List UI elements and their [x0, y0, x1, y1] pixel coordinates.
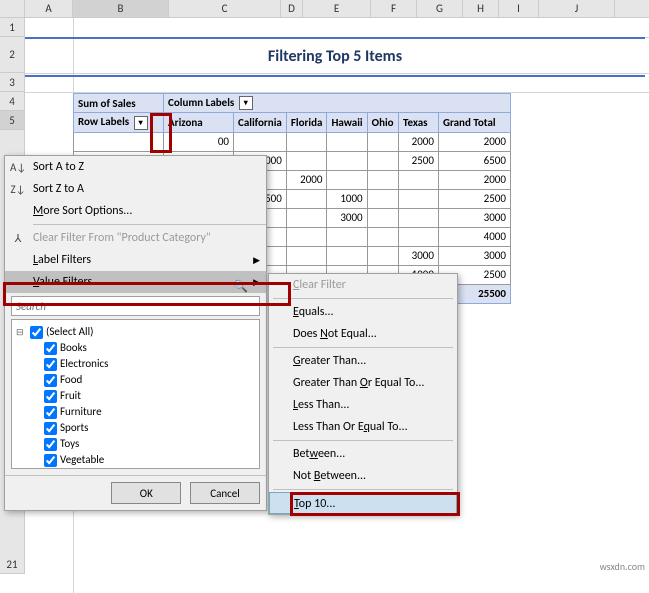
row-labels-cell: Row Labels ▾ [74, 113, 164, 132]
column-labels-dropdown[interactable]: ▾ [239, 96, 253, 110]
check-item[interactable] [44, 438, 57, 451]
sub-less-than[interactable]: Less Than... [269, 394, 457, 416]
col-E[interactable]: E [303, 0, 371, 17]
sort-az[interactable]: A↓Sort A to Z [5, 156, 266, 178]
submenu-arrow-icon: ▶ [253, 277, 260, 288]
check-item[interactable] [44, 374, 57, 387]
col-F[interactable]: F [371, 0, 417, 17]
row-21[interactable]: 21 [0, 555, 25, 574]
col-I[interactable]: I [499, 0, 539, 17]
col-C[interactable]: C [169, 0, 281, 17]
clear-filter-icon: ⅄ [10, 232, 26, 245]
search-input[interactable] [11, 296, 260, 316]
row-4[interactable]: 4 [0, 92, 25, 111]
sort-za[interactable]: Z↓Sort Z to A [5, 178, 266, 200]
filter-items-tree[interactable]: (Select All) Books Electronics Food Frui… [11, 319, 260, 469]
sort-az-icon: A↓ [10, 161, 26, 174]
more-sort-options[interactable]: More Sort Options... [5, 200, 266, 222]
value-filters[interactable]: Value Filters▶ [5, 271, 266, 293]
sub-clear-filter: Clear Filter [269, 274, 457, 296]
col-D[interactable]: D [281, 0, 303, 17]
select-all-corner[interactable] [0, 0, 25, 17]
submenu-arrow-icon: ▶ [253, 255, 260, 266]
search-icon: 🔍 [233, 279, 248, 294]
sub-between[interactable]: Between... [269, 443, 457, 465]
search-box: 🔍 [11, 296, 260, 316]
sort-za-icon: Z↓ [10, 183, 26, 196]
sub-not-between[interactable]: Not Between... [269, 465, 457, 487]
value-filters-submenu: Clear Filter Equals... Does Not Equal...… [268, 273, 458, 515]
watermark: wsxdn.com [600, 560, 645, 573]
col-A[interactable]: A [25, 0, 73, 17]
check-select-all[interactable] [30, 326, 43, 339]
table-row: 0020002000 [74, 132, 511, 151]
col-J[interactable]: J [539, 0, 615, 17]
column-labels-cell: Column Labels ▾ [164, 94, 511, 113]
row-2[interactable]: 2 [0, 37, 25, 73]
check-item[interactable] [44, 390, 57, 403]
sub-less-equal[interactable]: Less Than Or Equal To... [269, 416, 457, 438]
row-3[interactable]: 3 [0, 73, 25, 92]
check-item[interactable] [44, 454, 57, 467]
col-H[interactable]: H [463, 0, 499, 17]
sub-equals[interactable]: Equals... [269, 301, 457, 323]
sum-of-sales-label: Sum of Sales [74, 94, 164, 113]
cancel-button[interactable]: Cancel [190, 482, 260, 504]
sub-greater-equal[interactable]: Greater Than Or Equal To... [269, 372, 457, 394]
row-1[interactable]: 1 [0, 18, 25, 37]
filter-menu: A↓Sort A to Z Z↓Sort Z to A More Sort Op… [4, 155, 267, 511]
row-5[interactable]: 5 [0, 111, 25, 130]
sub-top-10[interactable]: Top 10... [269, 492, 457, 514]
col-B[interactable]: B [73, 0, 169, 17]
check-item[interactable] [44, 358, 57, 371]
sub-not-equal[interactable]: Does Not Equal... [269, 323, 457, 345]
column-headers: A B C D E F G H I J [0, 0, 649, 18]
check-item[interactable] [44, 342, 57, 355]
check-item[interactable] [44, 406, 57, 419]
row-labels-dropdown[interactable]: ▾ [134, 116, 148, 130]
col-G[interactable]: G [417, 0, 463, 17]
page-title: Filtering Top 5 Items [25, 37, 645, 77]
sub-greater-than[interactable]: Greater Than... [269, 350, 457, 372]
label-filters[interactable]: Label Filters▶ [5, 249, 266, 271]
clear-filter: ⅄Clear Filter From "Product Category" [5, 227, 266, 249]
ok-button[interactable]: OK [111, 482, 181, 504]
check-item[interactable] [44, 422, 57, 435]
